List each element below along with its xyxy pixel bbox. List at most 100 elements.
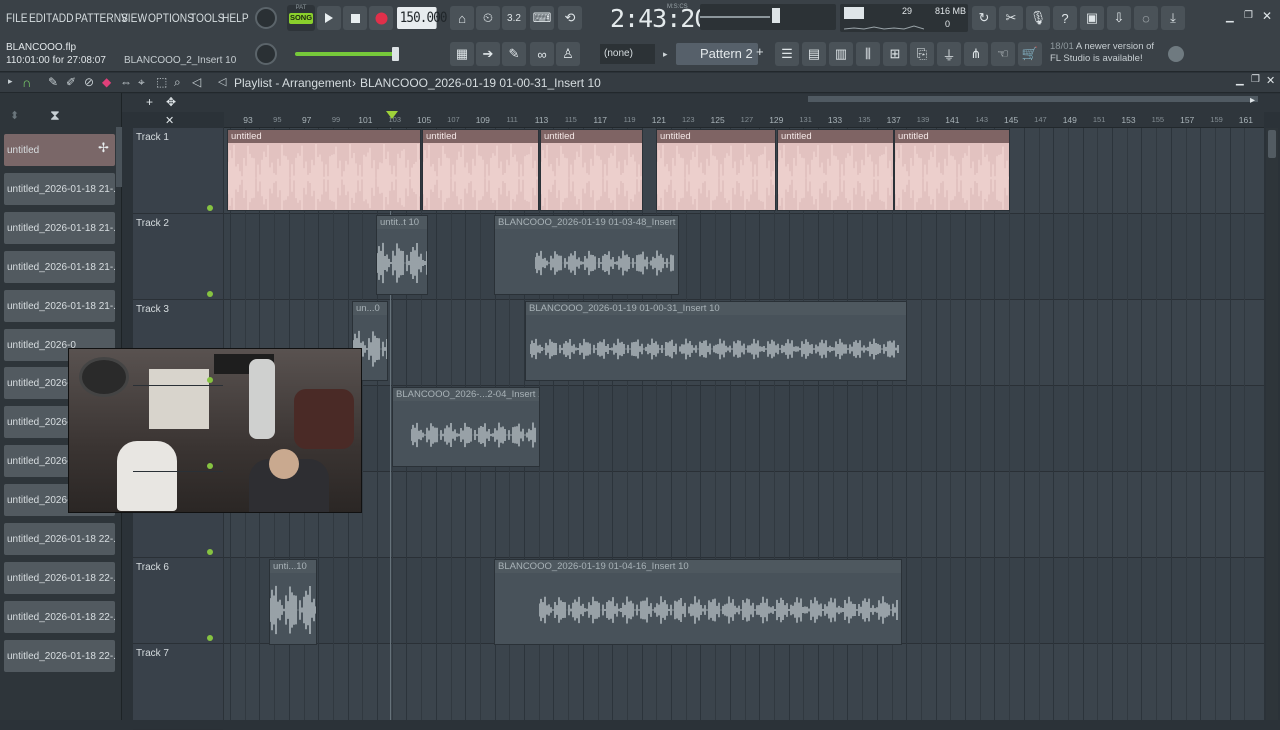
metronome-button[interactable]: ⌂	[450, 6, 474, 30]
playhead-marker[interactable]	[386, 111, 398, 119]
picker-item[interactable]: untitled_2026-01-18 21-...	[4, 289, 115, 322]
zoom-vertical-icon[interactable]: ✥	[166, 95, 176, 109]
pencil-tool-icon[interactable]: ✎	[48, 75, 58, 89]
project-browser-button[interactable]: ⎘	[910, 42, 934, 66]
track-name[interactable]: Track 3	[136, 304, 169, 315]
render-button[interactable]: ⇩	[1107, 6, 1131, 30]
pattern-prev-arrow[interactable]: ▸	[663, 44, 671, 64]
picker-item[interactable]: untitled_2026-01-18 21-...	[4, 172, 115, 205]
playlist-restore-button[interactable]: ❐	[1251, 74, 1260, 85]
playlist-button[interactable]: ☰	[775, 42, 799, 66]
picker-item[interactable]: untitled_2026-01-18 22-...	[4, 600, 115, 633]
overview-strip[interactable]: + ✥ ▸	[122, 94, 1280, 112]
pitch-slider-handle[interactable]	[772, 8, 780, 23]
draw-tool-button[interactable]: ✎	[502, 42, 526, 66]
picker-item[interactable]: untitled_2026-01-18 22-...	[4, 639, 115, 672]
menu-options[interactable]: OPTIONS	[148, 11, 194, 25]
playlist-breadcrumb[interactable]: BLANCOOO_2026-01-19 01-00-31_Insert 10	[360, 76, 601, 90]
track-enable-led[interactable]	[207, 205, 213, 211]
picker-item[interactable]: untitled_2026-01-18 21-...	[4, 250, 115, 283]
audio-clip[interactable]: BLANCOOO_2026-01-19 01-00-31_Insert 10	[525, 301, 907, 381]
track-name[interactable]: Track 6	[136, 562, 169, 573]
menu-patterns[interactable]: PATTERNS	[75, 11, 128, 25]
arrow-button[interactable]: ➔	[476, 42, 500, 66]
picker-scrollbar[interactable]	[116, 127, 122, 187]
zoom-tool-icon[interactable]: ⌕	[174, 75, 181, 90]
playlist-grid[interactable]: untitled untitled untitled untitled untitled…	[224, 128, 1264, 720]
window-minimize-button[interactable]: ▁	[1226, 12, 1234, 23]
update-notice[interactable]: 18/01 A newer version of FL Studio is av…	[1050, 41, 1154, 65]
vertical-scrollbar[interactable]	[1266, 128, 1278, 720]
playback-tool-icon[interactable]: ◁	[192, 75, 201, 89]
timeline-ruler[interactable]: 93 95 97 99 101 103 105 107 109 111 113 115 117 119 12…	[224, 112, 1264, 128]
menu-add[interactable]: ADD	[52, 11, 74, 25]
audio-clip[interactable]: untit..t 10	[376, 215, 428, 295]
add-track-button[interactable]: +	[146, 95, 153, 109]
add-pattern-button[interactable]: +	[756, 44, 764, 59]
menu-view[interactable]: VIEW	[121, 11, 147, 25]
audio-clip[interactable]: BLANCOOO_2026-...2-04_Insert 10	[392, 387, 540, 467]
master-volume-knob[interactable]	[255, 7, 277, 29]
audio-clip[interactable]: unti...10	[269, 559, 317, 645]
overview-scroll-handle[interactable]	[808, 96, 1258, 102]
step-edit-button[interactable]: ⌨	[530, 6, 554, 30]
mic-button[interactable]: 🎙	[1026, 6, 1050, 30]
link-button[interactable]: ∞	[530, 42, 554, 66]
record-button[interactable]	[369, 6, 393, 30]
playlist-minimize-button[interactable]: ▁	[1236, 75, 1244, 86]
select-tool-icon[interactable]: ⬚	[156, 75, 167, 89]
cut-button[interactable]: ✂	[999, 6, 1023, 30]
playlist-close-button[interactable]: ✕	[1266, 74, 1275, 87]
menu-help[interactable]: HELP	[222, 11, 249, 25]
scroll-right-arrow[interactable]: ▸	[1250, 95, 1255, 106]
help-button[interactable]: ?	[1053, 6, 1077, 30]
track-name[interactable]: Track 1	[136, 132, 169, 143]
delete-tool-icon[interactable]: ⊘	[84, 75, 94, 89]
picker-up-icon[interactable]: ⬍	[10, 109, 19, 122]
chat-button[interactable]: ◌	[1134, 6, 1158, 30]
download-button[interactable]: ⤓	[1161, 6, 1185, 30]
tuner-button[interactable]: ⋔	[964, 42, 988, 66]
pattern-name[interactable]: Pattern 2	[676, 43, 758, 65]
picker-item[interactable]: untitled_2026-01-18 22-...	[4, 561, 115, 594]
audio-clip[interactable]: untitled	[540, 129, 643, 211]
slip-tool-icon[interactable]: ⇔	[120, 75, 132, 89]
picker-item[interactable]: untitled_2026-01-18 22-...	[4, 523, 115, 555]
audio-clip[interactable]: untitled	[227, 129, 421, 211]
pat-song-switch[interactable]: PAT SONG	[287, 5, 315, 31]
picker-item[interactable]: untitled_2026-01-18 21-...	[4, 211, 115, 244]
window-restore-button[interactable]: ❐	[1244, 10, 1253, 21]
audio-clip[interactable]: untitled	[894, 129, 1010, 211]
undo-button[interactable]: ↻	[972, 6, 996, 30]
track-name[interactable]: Track 2	[136, 218, 169, 229]
master-volume-handle[interactable]	[392, 47, 399, 61]
magnet-icon[interactable]: ∩	[22, 75, 31, 90]
plugin-button[interactable]: ⏚	[937, 42, 961, 66]
close-playlist-x[interactable]: ✕	[165, 114, 174, 127]
save-button[interactable]: ▣	[1080, 6, 1104, 30]
track-enable-led[interactable]	[207, 635, 213, 641]
globe-icon[interactable]	[1168, 46, 1184, 62]
channel-rack-button[interactable]: ▤	[802, 42, 826, 66]
audio-clip[interactable]: untitled	[422, 129, 539, 211]
tempo-display[interactable]: 150.000	[397, 7, 447, 29]
track-enable-led[interactable]	[207, 463, 213, 469]
paint-tool-icon[interactable]: ✐	[66, 75, 76, 89]
track-enable-led[interactable]	[207, 291, 213, 297]
master-pitch-knob[interactable]	[255, 43, 277, 65]
loop-record-button[interactable]: ⟲	[558, 6, 582, 30]
playlist-menu-arrow[interactable]: ▸	[8, 76, 13, 87]
audio-clip[interactable]: untitled	[656, 129, 776, 211]
window-close-button[interactable]: ✕	[1262, 9, 1272, 23]
track-name[interactable]: Track 7	[136, 648, 169, 659]
picker-wave-icon[interactable]: ⧗	[50, 107, 60, 124]
piano-roll-button[interactable]: ▦	[450, 42, 474, 66]
wave-drag-icon[interactable]: ✢	[98, 140, 109, 156]
slice-tool-icon[interactable]: ⌖	[138, 75, 145, 90]
menu-tools[interactable]: TOOLS	[190, 11, 224, 25]
master-volume-slider[interactable]	[295, 52, 395, 56]
shop-button[interactable]: 🛒	[1018, 42, 1042, 66]
audio-clip[interactable]: BLANCOOO_2026-01-19 01-04-16_Insert 10	[494, 559, 902, 645]
mixer-button[interactable]: ⫼	[856, 42, 880, 66]
play-button[interactable]	[317, 6, 341, 30]
